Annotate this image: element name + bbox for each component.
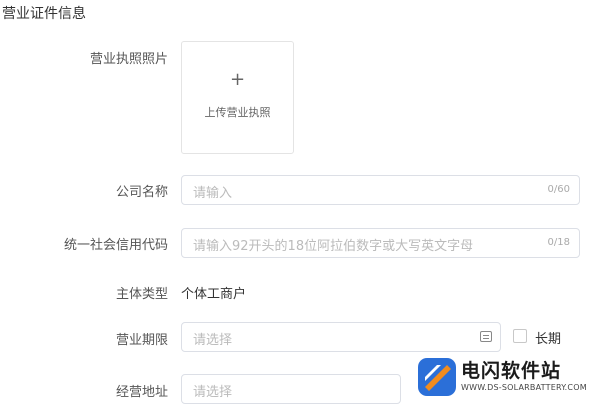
long-term-checkbox[interactable] xyxy=(513,329,527,343)
credit-code-placeholder: 请输入92开头的18位阿拉伯数字或大写英文字母 xyxy=(193,239,474,254)
entity-type-value: 个体工商户 xyxy=(181,287,247,302)
credit-code-input[interactable]: 请输入92开头的18位阿拉伯数字或大写英文字母 0/18 xyxy=(181,228,580,258)
plus-icon: + xyxy=(229,69,246,90)
business-address-label: 经营地址 xyxy=(115,385,168,400)
credit-code-label: 统一社会信用代码 xyxy=(63,238,168,253)
company-name-placeholder: 请输入 xyxy=(193,186,233,201)
site-watermark: 电闪软件站 WWW.DS-SOLARBATTERY.COM xyxy=(413,352,600,402)
long-term-label: 长期 xyxy=(535,332,562,347)
section-title: 营业证件信息 xyxy=(2,6,86,22)
business-term-label: 营业期限 xyxy=(115,333,168,348)
company-name-label: 公司名称 xyxy=(115,185,168,200)
entity-type-label: 主体类型 xyxy=(115,287,168,302)
upload-license-text: 上传营业执照 xyxy=(204,106,271,119)
lightning-logo-icon xyxy=(418,358,456,396)
watermark-title: 电闪软件站 xyxy=(461,360,562,382)
credit-code-counter: 0/18 xyxy=(547,237,570,248)
license-upload-button[interactable]: + 上传营业执照 xyxy=(181,41,294,154)
business-address-select[interactable]: 请选择 xyxy=(181,374,401,404)
business-address-placeholder: 请选择 xyxy=(193,385,233,400)
license-photo-label: 营业执照照片 xyxy=(89,52,168,67)
watermark-subtitle: WWW.DS-SOLARBATTERY.COM xyxy=(461,383,587,392)
calendar-icon[interactable] xyxy=(480,331,492,342)
company-name-counter: 0/60 xyxy=(547,184,570,195)
business-term-picker[interactable]: 请选择 xyxy=(181,322,501,352)
business-term-placeholder: 请选择 xyxy=(193,333,233,348)
company-name-input[interactable]: 请输入 0/60 xyxy=(181,175,580,205)
